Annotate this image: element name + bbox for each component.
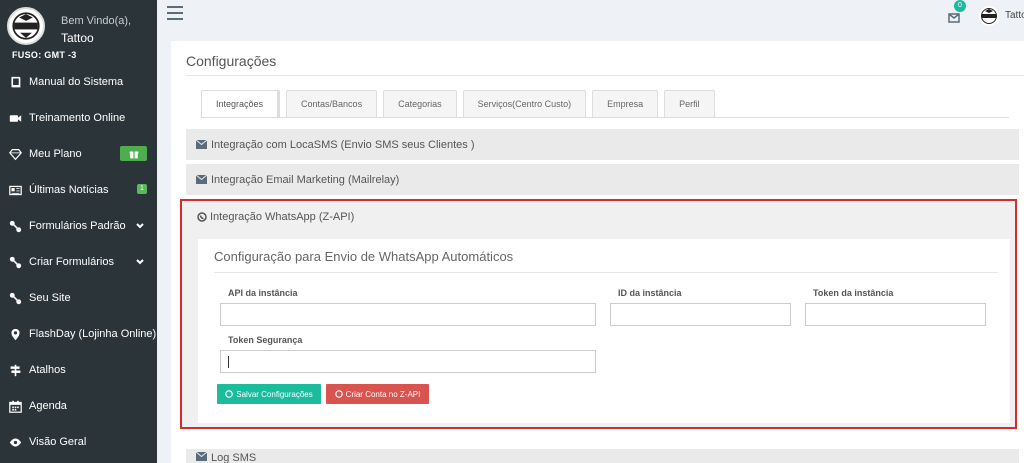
sidebar: Bem Vindo(a), Tattoo FUSO: GMT -3 Manual… xyxy=(0,0,157,463)
whatsapp-config-form: Configuração para Envio de WhatsApp Auto… xyxy=(198,239,1010,423)
sidebar-brand: Bem Vindo(a), Tattoo FUSO: GMT -3 xyxy=(0,0,157,60)
chevron-down-icon[interactable] xyxy=(135,257,145,267)
link-icon xyxy=(8,219,22,233)
form-title: Configuração para Envio de WhatsApp Auto… xyxy=(214,249,514,264)
eye-icon xyxy=(8,435,22,449)
hamburger-menu-icon[interactable] xyxy=(167,6,183,20)
accordion-title: Log SMS xyxy=(211,452,257,463)
tabs-divider xyxy=(201,117,1009,118)
sidebar-item-site[interactable]: Seu Site xyxy=(0,280,157,316)
sidebar-item-label: Meu Plano xyxy=(29,148,82,160)
link-icon xyxy=(8,255,22,269)
accordion-log-sms[interactable]: Log SMS xyxy=(186,449,1019,463)
link-icon xyxy=(8,291,22,305)
accordion-title: Integração WhatsApp (Z-API) xyxy=(210,211,355,223)
whatsapp-integration-panel: Integração WhatsApp (Z-API) Configuração… xyxy=(180,199,1017,429)
book-icon xyxy=(8,75,22,89)
security-token-label: Token Segurança xyxy=(228,335,303,345)
avatar[interactable] xyxy=(979,6,999,26)
topbar-username[interactable]: Tattoo xyxy=(1005,10,1024,21)
sidebar-item-label: FlashDay (Lojinha Online) xyxy=(29,328,157,340)
form-divider xyxy=(214,272,998,273)
chevron-down-icon[interactable] xyxy=(135,221,145,231)
tab-empresa[interactable]: Empresa xyxy=(592,90,659,117)
api-instance-label: API da instância xyxy=(228,288,298,298)
gift-badge[interactable] xyxy=(120,146,147,161)
sidebar-item-manual[interactable]: Manual do Sistema xyxy=(0,64,157,100)
map-marker-icon xyxy=(8,327,22,341)
newspaper-icon xyxy=(8,183,22,197)
text-cursor xyxy=(228,356,229,368)
create-zapi-account-button[interactable]: Criar Conta no Z-API xyxy=(326,384,429,404)
signpost-icon xyxy=(8,363,22,377)
accordion-title: Integração com LocaSMS (Envio SMS seus C… xyxy=(211,138,475,151)
sidebar-item-overview[interactable]: Visão Geral xyxy=(0,424,157,460)
sidebar-item-label: Treinamento Online xyxy=(29,112,126,124)
tab-contas-bancos[interactable]: Contas/Bancos xyxy=(286,90,378,117)
accordion-locasms[interactable]: Integração com LocaSMS (Envio SMS seus C… xyxy=(186,129,1019,160)
button-label: Criar Conta no Z-API xyxy=(345,389,421,399)
sidebar-item-label: Últimas Notícias xyxy=(29,184,109,196)
sidebar-item-label: Atalhos xyxy=(29,364,66,376)
instance-token-input[interactable] xyxy=(805,303,986,326)
whatsapp-icon xyxy=(197,212,207,222)
sidebar-menu: Manual do Sistema Treinamento Online Meu… xyxy=(0,64,157,460)
page-title: Configurações xyxy=(186,53,277,69)
sidebar-item-training[interactable]: Treinamento Online xyxy=(0,100,157,136)
gift-icon xyxy=(129,151,138,158)
envelope-icon xyxy=(195,174,208,184)
tab-categorias[interactable]: Categorias xyxy=(383,90,457,117)
envelope-icon xyxy=(195,139,208,149)
sidebar-item-plan[interactable]: Meu Plano xyxy=(0,136,157,172)
calendar-icon xyxy=(8,399,22,413)
tab-integracoes[interactable]: Integrações xyxy=(201,90,281,117)
instance-token-label: Token da instância xyxy=(813,288,894,298)
button-label: Salvar Configurações xyxy=(236,389,313,399)
sidebar-item-create-forms[interactable]: Criar Formulários xyxy=(0,244,157,280)
whatsapp-icon xyxy=(334,390,343,398)
title-divider xyxy=(186,75,1024,76)
tab-servicos[interactable]: Serviços(Centro Custo) xyxy=(462,90,587,117)
news-count-badge: 1 xyxy=(137,184,147,194)
sidebar-item-label: Visão Geral xyxy=(29,436,87,448)
accordion-title: Integração Email Marketing (Mailrelay) xyxy=(211,173,400,186)
api-instance-input[interactable] xyxy=(220,303,596,326)
sidebar-item-news[interactable]: Últimas Notícias 1 xyxy=(0,172,157,208)
topbar: 0 Tattoo xyxy=(157,0,1024,30)
security-token-input[interactable] xyxy=(220,350,596,373)
timezone-label: FUSO: GMT -3 xyxy=(12,50,77,60)
diamond-icon xyxy=(8,147,22,161)
sidebar-item-label: Agenda xyxy=(29,400,67,412)
accordion-mailrelay[interactable]: Integração Email Marketing (Mailrelay) xyxy=(186,164,1019,195)
sidebar-item-default-forms[interactable]: Formulários Padrão xyxy=(0,208,157,244)
sidebar-item-label: Formulários Padrão xyxy=(29,220,126,232)
instance-id-input[interactable] xyxy=(610,303,791,326)
welcome-text: Bem Vindo(a), xyxy=(61,15,132,27)
sidebar-item-flashday[interactable]: FlashDay (Lojinha Online) xyxy=(0,316,157,352)
tattoo-logo[interactable] xyxy=(7,7,45,45)
mail-count-badge: 0 xyxy=(954,0,966,12)
sidebar-username: Tattoo xyxy=(61,31,94,45)
instance-id-label: ID da instância xyxy=(618,288,682,298)
sidebar-item-agenda[interactable]: Agenda xyxy=(0,388,157,424)
accordion-whatsapp[interactable]: Integração WhatsApp (Z-API) xyxy=(197,211,354,223)
sidebar-item-label: Seu Site xyxy=(29,292,71,304)
tab-perfil[interactable]: Perfil xyxy=(664,90,715,117)
whatsapp-icon xyxy=(225,390,234,398)
envelope-icon xyxy=(195,451,208,461)
sidebar-item-label: Manual do Sistema xyxy=(29,76,124,88)
sidebar-item-label: Criar Formulários xyxy=(29,256,114,268)
sidebar-item-shortcuts[interactable]: Atalhos xyxy=(0,352,157,388)
save-settings-button[interactable]: Salvar Configurações xyxy=(217,384,321,404)
settings-tabs: Integrações Contas/Bancos Categorias Ser… xyxy=(201,90,721,117)
video-camera-icon xyxy=(8,111,22,125)
main-content: Configurações Integrações Contas/Bancos … xyxy=(171,41,1024,463)
